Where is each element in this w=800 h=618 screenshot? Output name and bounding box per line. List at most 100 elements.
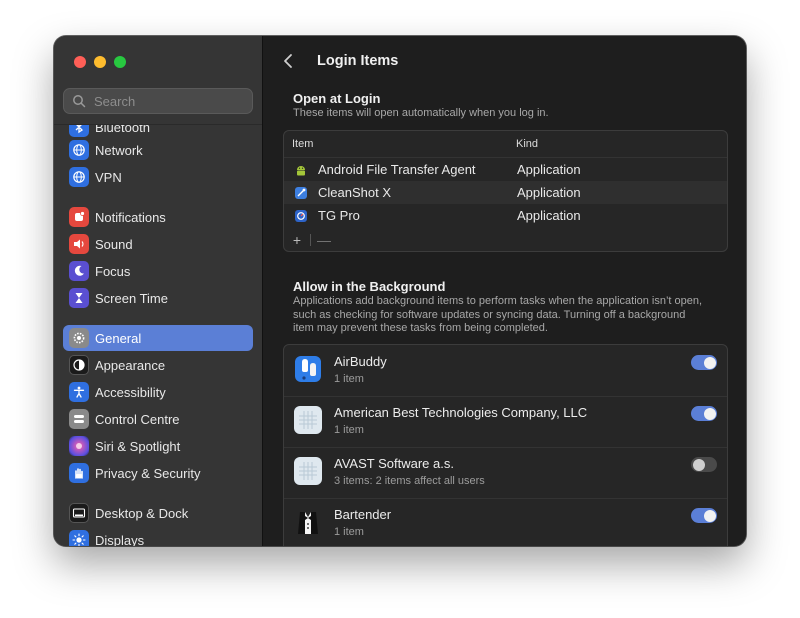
sidebar-item-label: Network <box>95 142 143 158</box>
item-kind: Application <box>517 162 581 177</box>
table-row[interactable]: CleanShot X Application <box>284 181 727 204</box>
list-item: AirBuddy 1 item <box>284 345 727 397</box>
sidebar-item-vpn[interactable]: VPN <box>63 164 253 190</box>
list-item: American Best Technologies Company, LLC … <box>284 396 727 448</box>
column-header-kind[interactable]: Kind <box>516 138 538 150</box>
airbuddy-toggle[interactable] <box>691 355 717 370</box>
sidebar-item-screen-time[interactable]: Screen Time <box>63 285 253 311</box>
minimize-window-button[interactable] <box>94 56 106 68</box>
sidebar-item-label: Desktop & Dock <box>95 505 189 521</box>
sidebar-item-label: Focus <box>95 263 131 279</box>
column-header-item[interactable]: Item <box>292 138 516 150</box>
moon-icon <box>69 261 89 281</box>
item-kind: Application <box>517 185 581 200</box>
airbuddy-icon <box>294 355 322 383</box>
background-items-list: AirBuddy 1 item American Best Technologi… <box>283 344 728 546</box>
item-detail: 1 item <box>334 373 364 385</box>
bartender-toggle[interactable] <box>691 508 717 523</box>
hand-icon <box>69 463 89 483</box>
cleanshot-icon <box>295 186 307 199</box>
generic-app-icon <box>294 457 322 485</box>
item-name: Bartender <box>334 507 392 522</box>
traffic-lights <box>74 56 126 68</box>
sidebar-item-focus[interactable]: Focus <box>63 258 253 284</box>
item-kind: Application <box>517 208 581 223</box>
search-icon <box>73 95 86 108</box>
dock-icon <box>69 503 89 523</box>
back-button[interactable] <box>283 53 299 69</box>
item-detail: 1 item <box>334 526 364 538</box>
bartender-icon <box>294 508 322 536</box>
sun-icon <box>69 530 89 546</box>
remove-item-button[interactable]: — <box>317 232 331 248</box>
table-header: Item Kind <box>284 131 727 158</box>
main-pane: Login Items Open at Login These items wi… <box>263 36 746 546</box>
search-field[interactable] <box>63 88 253 114</box>
sidebar: Bluetooth Network VPN Notifications <box>54 36 263 546</box>
sidebar-item-label: Notifications <box>95 209 166 225</box>
sidebar-item-label: Appearance <box>95 357 166 373</box>
item-name: American Best Technologies Company, LLC <box>334 405 588 420</box>
sidebar-item-control-centre[interactable]: Control Centre <box>63 406 253 432</box>
sidebar-item-displays[interactable]: Displays <box>63 527 253 546</box>
toggle-knob <box>692 458 705 471</box>
divider <box>310 234 311 246</box>
toggle-knob <box>703 509 716 522</box>
close-window-button[interactable] <box>74 56 86 68</box>
gear-icon <box>69 328 89 348</box>
item-name: Android File Transfer Agent <box>318 162 476 177</box>
background-heading: Allow in the Background <box>293 279 446 294</box>
sidebar-item-label: Displays <box>95 532 145 547</box>
bluetooth-icon <box>69 125 89 137</box>
sidebar-item-label: Siri & Spotlight <box>95 438 181 454</box>
sidebar-item-label: Bluetooth <box>95 124 150 135</box>
globe-icon <box>69 140 89 160</box>
item-name: AirBuddy <box>334 354 387 369</box>
vpn-icon <box>69 167 89 187</box>
american-best-toggle[interactable] <box>691 406 717 421</box>
sidebar-item-network[interactable]: Network <box>63 137 253 163</box>
sidebar-item-label: Sound <box>95 236 133 252</box>
open-at-login-heading: Open at Login <box>293 91 381 106</box>
table-row[interactable]: TG Pro Application <box>284 204 727 227</box>
sidebar-item-notifications[interactable]: Notifications <box>63 204 253 230</box>
sidebar-item-label: Privacy & Security <box>95 465 201 481</box>
zoom-window-button[interactable] <box>114 56 126 68</box>
toggle-knob <box>703 356 716 369</box>
sidebar-item-label: Control Centre <box>95 411 180 427</box>
sidebar-item-privacy-security[interactable]: Privacy & Security <box>63 460 253 486</box>
list-item: AVAST Software a.s. 3 items: 2 items aff… <box>284 447 727 499</box>
sidebar-item-accessibility[interactable]: Accessibility <box>63 379 253 405</box>
table-row[interactable]: Android File Transfer Agent Application <box>284 158 727 181</box>
search-input[interactable] <box>92 92 246 110</box>
sidebar-item-desktop-dock[interactable]: Desktop & Dock <box>63 500 253 526</box>
item-name: TG Pro <box>318 208 360 223</box>
add-item-button[interactable]: + <box>290 232 304 248</box>
header: Login Items <box>263 36 746 86</box>
login-items-table: Item Kind Android File Transfer Agent Ap… <box>283 130 728 252</box>
open-at-login-description: These items will open automatically when… <box>293 107 549 119</box>
sidebar-item-label: Screen Time <box>95 290 168 306</box>
item-detail: 1 item <box>334 424 364 436</box>
tgpro-icon <box>295 209 307 222</box>
sidebar-item-label: VPN <box>95 169 122 185</box>
sidebar-item-siri-spotlight[interactable]: Siri & Spotlight <box>63 433 253 459</box>
sidebar-list: Bluetooth Network VPN Notifications Soun… <box>54 124 262 546</box>
table-footer: + — <box>284 229 727 251</box>
sidebar-item-sound[interactable]: Sound <box>63 231 253 257</box>
speaker-icon <box>69 234 89 254</box>
item-name: AVAST Software a.s. <box>334 456 454 471</box>
item-name: CleanShot X <box>318 185 391 200</box>
list-item: Bartender 1 item <box>284 498 727 546</box>
sidebar-item-label: General <box>95 330 142 346</box>
sidebar-item-general[interactable]: General <box>63 325 253 351</box>
sidebar-item-appearance[interactable]: Appearance <box>63 352 253 378</box>
item-detail: 3 items: 2 items affect all users <box>334 475 485 487</box>
hourglass-icon <box>69 288 89 308</box>
accessibility-icon <box>69 382 89 402</box>
chevron-left-icon <box>284 54 292 68</box>
page-title: Login Items <box>317 53 399 69</box>
toggle-knob <box>703 407 716 420</box>
avast-toggle[interactable] <box>691 457 717 472</box>
background-description: Applications add background items to per… <box>293 295 703 334</box>
